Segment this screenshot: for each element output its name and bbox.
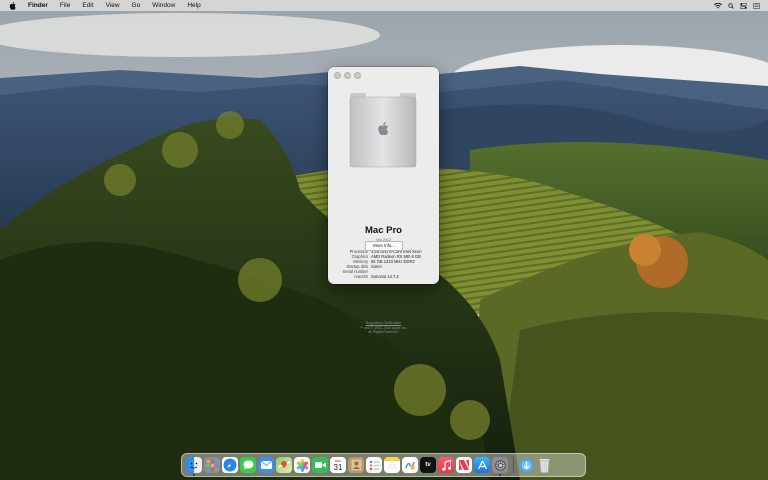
calendar-day: 31 xyxy=(333,463,343,472)
model-name: Mac Pro xyxy=(365,225,402,236)
menu-app-finder[interactable]: Finder xyxy=(22,0,54,11)
photos-icon[interactable] xyxy=(294,457,310,473)
mail-icon[interactable] xyxy=(258,457,274,473)
dock: DEC 31 tv xyxy=(181,453,586,477)
spec-value: Sonoma 14.7.2 xyxy=(371,273,399,279)
minimize-button[interactable] xyxy=(344,72,351,79)
system-settings-icon[interactable] xyxy=(492,457,508,476)
downloads-folder-icon[interactable] xyxy=(519,457,535,473)
reminders-icon[interactable] xyxy=(366,457,382,473)
close-button[interactable] xyxy=(334,72,341,79)
window-controls xyxy=(334,72,361,79)
menu-window[interactable]: Window xyxy=(146,0,181,11)
menu-edit[interactable]: Edit xyxy=(76,0,99,11)
dock-separator xyxy=(513,457,514,473)
rights-line: All Rights Reserved. xyxy=(368,330,399,334)
freeform-icon[interactable] xyxy=(402,457,418,473)
apple-tv-icon[interactable]: tv xyxy=(420,457,436,473)
about-footer: Regulatory Certification ™ and © 1983–20… xyxy=(328,321,439,335)
notification-center-icon[interactable] xyxy=(753,2,760,9)
search-icon[interactable] xyxy=(728,2,734,9)
spec-value: Sonm xyxy=(371,263,382,269)
trash-icon[interactable] xyxy=(537,457,553,473)
finder-icon[interactable] xyxy=(186,457,202,476)
spec-macos: macOS Sonoma 14.7.2 xyxy=(338,273,433,280)
menu-file[interactable]: File xyxy=(54,0,76,11)
running-indicator xyxy=(499,474,501,476)
news-icon[interactable] xyxy=(456,457,472,473)
menu-go[interactable]: Go xyxy=(126,0,147,11)
calendar-icon[interactable]: DEC 31 xyxy=(330,457,346,473)
zoom-button[interactable] xyxy=(354,72,361,79)
app-store-icon[interactable] xyxy=(474,457,490,473)
music-icon[interactable] xyxy=(438,457,454,473)
running-indicator xyxy=(193,474,195,476)
launchpad-icon[interactable] xyxy=(204,457,220,473)
menu-bar: Finder File Edit View Go Window Help xyxy=(0,0,768,11)
tv-label: tv xyxy=(425,462,431,468)
control-center-icon[interactable] xyxy=(740,2,747,9)
notes-icon[interactable] xyxy=(384,457,400,473)
menu-view[interactable]: View xyxy=(100,0,126,11)
spec-list: Processor 3.46 GHz 6-Core Intel Xeon Gra… xyxy=(338,249,433,280)
more-info-button[interactable]: More Info... xyxy=(365,241,403,251)
about-this-mac-window: Mac Pro Mid 2012 Processor 3.46 GHz 6-Co… xyxy=(328,67,439,334)
maps-icon[interactable] xyxy=(276,457,292,473)
messages-icon[interactable] xyxy=(240,457,256,473)
apple-menu-icon[interactable] xyxy=(8,1,16,10)
contacts-icon[interactable] xyxy=(348,457,364,473)
spec-label: macOS xyxy=(354,273,368,279)
safari-icon[interactable] xyxy=(222,457,238,473)
mac-pro-image xyxy=(349,81,417,223)
wifi-icon[interactable] xyxy=(714,2,722,9)
menu-help[interactable]: Help xyxy=(181,0,206,11)
facetime-icon[interactable] xyxy=(312,457,328,473)
